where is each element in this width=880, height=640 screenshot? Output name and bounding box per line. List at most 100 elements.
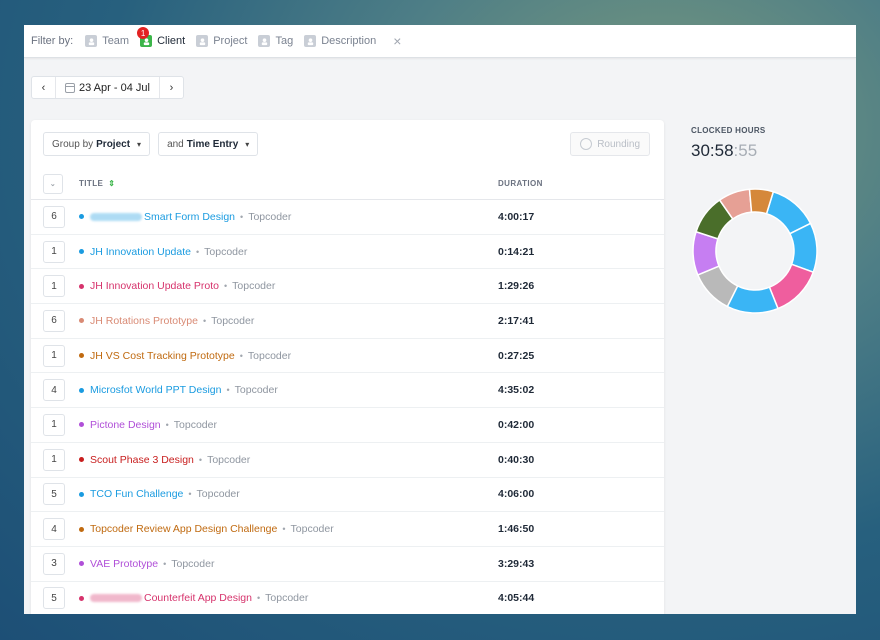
report-card: Group by Project ▾ and Time Entry ▾ Roun… [31,120,664,614]
project-title: JH Rotations Prototype • Topcoder [79,315,254,327]
separator-dot: • [282,524,286,535]
table-row[interactable]: 1 JH Innovation Update Proto • Topcoder 1:29… [31,269,664,305]
rounding-label: Rounding [597,138,640,150]
group-by-prefix: Group by [52,138,94,150]
group-by-dropdown[interactable]: Group by Project ▾ [43,132,151,156]
redacted-text [90,212,142,221]
entry-count-toggle[interactable]: 3 [43,552,65,575]
project-name[interactable]: TCO Fun Challenge [90,488,183,500]
project-color-dot [79,353,84,359]
filter-item-label: Client [157,35,186,47]
rounding-button[interactable]: Rounding [570,132,650,156]
separator-dot: • [226,385,230,396]
duration-value: 1:29:26 [498,280,535,293]
separator-dot: • [239,350,243,361]
separator-dot: • [224,281,228,292]
project-donut-chart [692,188,818,314]
table-row[interactable]: 4 Topcoder Review App Design Challenge • To… [31,512,664,547]
project-name[interactable]: VAE Prototype [90,558,158,570]
calendar-icon [65,82,75,93]
filter-item-label: Tag [275,35,294,47]
then-by-value: Time Entry [186,138,239,150]
duration-value: 0:42:00 [498,418,535,431]
separator-dot: • [165,419,169,430]
table-body: 6 Smart Form Design • Topcoder 4:00:17 1 JH In… [31,200,664,614]
entry-count-toggle[interactable]: 1 [43,448,65,471]
project-name[interactable]: Counterfeit App Design [144,592,252,604]
app-window: Filter by: Team 1 Client Project Tag Descript… [24,25,856,614]
project-name[interactable]: JH Rotations Prototype [90,315,198,327]
table-row[interactable]: 3 VAE Prototype • Topcoder 3:29:43 [31,547,664,582]
entry-count-toggle[interactable]: 4 [43,518,65,541]
clocked-hours-summary: CLOCKED HOURS 30:58:55 [691,126,766,161]
entry-count-toggle[interactable]: 6 [43,205,65,228]
client-name: Topcoder [265,592,309,605]
table-row[interactable]: 1 JH Innovation Update • Topcoder 0:14:21 [31,235,664,270]
entry-count-toggle[interactable]: 5 [43,587,65,610]
filter-description[interactable]: Description [304,35,376,47]
date-range-picker: ‹ 23 Apr - 04 Jul › [31,76,184,99]
project-title: Topcoder Review App Design Challenge • Top… [79,523,334,535]
description-icon [304,35,317,47]
client-name: Topcoder [247,349,292,362]
title-column-header[interactable]: TITLE ⇕ [79,179,115,188]
project-name[interactable]: Topcoder Review App Design Challenge [90,523,277,535]
entry-count-toggle[interactable]: 1 [43,275,65,298]
entry-count-toggle[interactable]: 5 [43,483,65,506]
filter-client[interactable]: 1 Client [137,27,186,47]
project-name[interactable]: JH Innovation Update [90,246,191,258]
clear-filter-icon[interactable]: × [393,33,401,49]
chevron-down-icon: ▾ [245,139,250,149]
filter-team[interactable]: Team [85,35,129,47]
duration-column-header[interactable]: DURATION [498,179,543,188]
filter-bar: Filter by: Team 1 Client Project Tag Descript… [24,25,856,58]
team-icon [85,35,98,47]
project-name[interactable]: Microsfot World PPT Design [90,384,222,396]
filter-project[interactable]: Project [196,35,247,47]
date-range-button[interactable]: 23 Apr - 04 Jul [55,77,160,98]
clocked-hours-main: 30:58 [691,141,734,160]
table-row[interactable]: 1 Scout Phase 3 Design • Topcoder 0:40:30 [31,443,664,478]
table-row[interactable]: 1 Pictone Design • Topcoder 0:42:00 [31,408,664,443]
table-row[interactable]: 4 Microsfot World PPT Design • Topcoder 4:35… [31,373,664,409]
project-title: VAE Prototype • Topcoder [79,558,214,570]
project-color-dot [79,491,84,497]
separator-dot: • [202,315,207,326]
project-name[interactable]: JH Innovation Update Proto [90,280,219,292]
duration-value: 3:29:43 [498,557,535,570]
table-row[interactable]: 6 JH Rotations Prototype • Topcoder 2:17:41 [31,304,664,339]
project-color-dot [79,283,84,289]
separator-dot: • [163,558,167,569]
client-name: Topcoder [204,245,248,258]
table-row[interactable]: 6 Smart Form Design • Topcoder 4:00:17 [31,200,664,235]
entry-count-toggle[interactable]: 6 [43,309,65,332]
project-name[interactable]: Pictone Design [90,419,161,431]
project-name[interactable]: Smart Form Design [144,211,235,223]
table-row[interactable]: 5 Counterfeit App Design • Topcoder 4:05:44 [31,582,664,614]
sort-icon: ⇕ [108,179,116,188]
project-color-dot [79,249,84,255]
report-controls: Group by Project ▾ and Time Entry ▾ Roun… [31,120,664,168]
client-name: Topcoder [173,418,217,431]
filter-tag[interactable]: Tag [258,35,293,47]
project-name[interactable]: JH VS Cost Tracking Prototype [90,350,235,362]
entry-count-toggle[interactable]: 4 [43,379,65,402]
then-by-dropdown[interactable]: and Time Entry ▾ [158,132,259,156]
project-color-dot [79,457,84,463]
tag-icon [258,35,271,47]
entry-count-toggle[interactable]: 1 [43,413,65,436]
table-row[interactable]: 1 JH VS Cost Tracking Prototype • Topcoder 0… [31,339,664,374]
project-color-dot [79,526,84,532]
table-row[interactable]: 5 TCO Fun Challenge • Topcoder 4:06:00 [31,478,664,513]
prev-range-button[interactable]: ‹ [32,77,55,98]
expand-all-toggle[interactable]: ⌄ [43,173,63,194]
duration-value: 0:27:25 [498,349,535,362]
next-range-button[interactable]: › [160,77,183,98]
project-name[interactable]: Scout Phase 3 Design [90,454,194,466]
rounding-icon [580,138,593,150]
project-color-dot [79,387,84,393]
entry-count-toggle[interactable]: 1 [43,344,65,367]
group-by-value: Project [96,138,131,150]
entry-count-toggle[interactable]: 1 [43,240,65,263]
project-color-dot [79,214,84,220]
